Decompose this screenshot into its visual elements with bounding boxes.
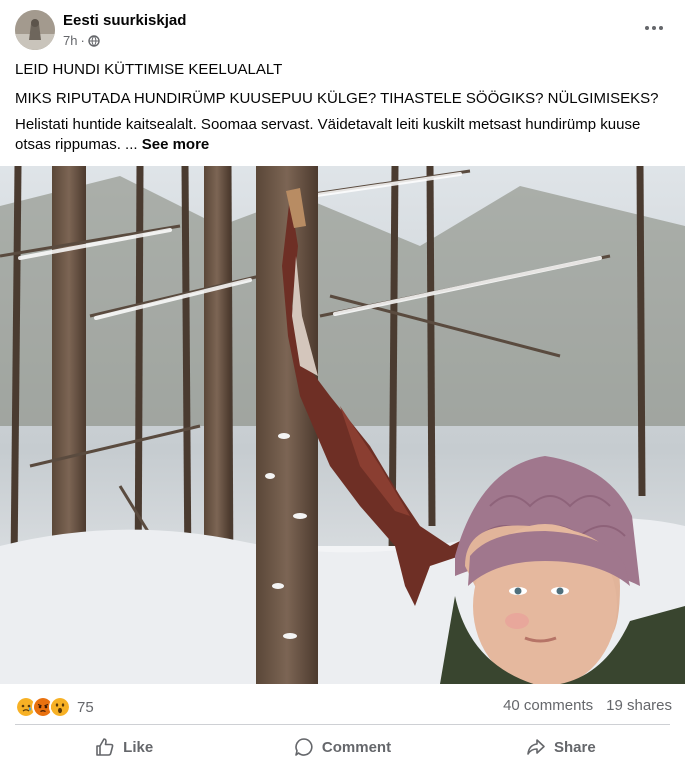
see-more-link[interactable]: See more xyxy=(142,136,210,153)
comment-button[interactable]: Comment xyxy=(233,728,451,766)
like-button[interactable]: Like xyxy=(15,728,233,766)
post-headline: LEID HUNDI KÜTTIMISE KEELUALALT xyxy=(15,61,283,78)
meta-separator: · xyxy=(80,33,85,48)
forest-photo-image xyxy=(0,166,685,684)
reactions-summary[interactable]: 75 xyxy=(15,696,94,718)
comments-count[interactable]: 40 comments xyxy=(503,697,593,714)
like-label: Like xyxy=(123,738,154,756)
post-photo[interactable] xyxy=(0,166,685,684)
share-button[interactable]: Share xyxy=(452,728,670,766)
shares-count[interactable]: 19 shares xyxy=(606,697,672,714)
stats-divider xyxy=(15,724,670,725)
comment-icon xyxy=(295,738,313,756)
engagement-counts: 40 comments 19 shares xyxy=(503,697,672,714)
post-body: Helistati huntide kaitsealalt. Soomaa se… xyxy=(15,115,670,155)
more-dots-icon xyxy=(645,26,663,30)
post-header: Eesti suurkiskjad 7h · xyxy=(0,0,685,56)
avatar-image xyxy=(15,10,55,50)
post-meta: 7h · xyxy=(63,33,100,48)
post-stats: 75 40 comments 19 shares xyxy=(0,688,685,722)
more-options-button[interactable] xyxy=(636,14,672,42)
thumbs-up-icon xyxy=(96,738,114,756)
post-time[interactable]: 7h xyxy=(63,33,77,48)
page-avatar[interactable] xyxy=(15,10,55,50)
wow-icon xyxy=(49,696,71,718)
reaction-count: 75 xyxy=(77,698,94,716)
post-body-text: Helistati huntide kaitsealalt. Soomaa se… xyxy=(15,116,641,153)
share-label: Share xyxy=(553,738,596,756)
globe-icon[interactable] xyxy=(88,34,100,47)
post-actions: Like Comment Share xyxy=(15,728,670,766)
post-question: MIKS RIPUTADA HUNDIRÜMP KUUSEPUU KÜLGE? … xyxy=(15,90,659,107)
comment-label: Comment xyxy=(321,738,392,756)
page-name[interactable]: Eesti suurkiskjad xyxy=(63,12,186,29)
share-icon xyxy=(527,739,545,755)
